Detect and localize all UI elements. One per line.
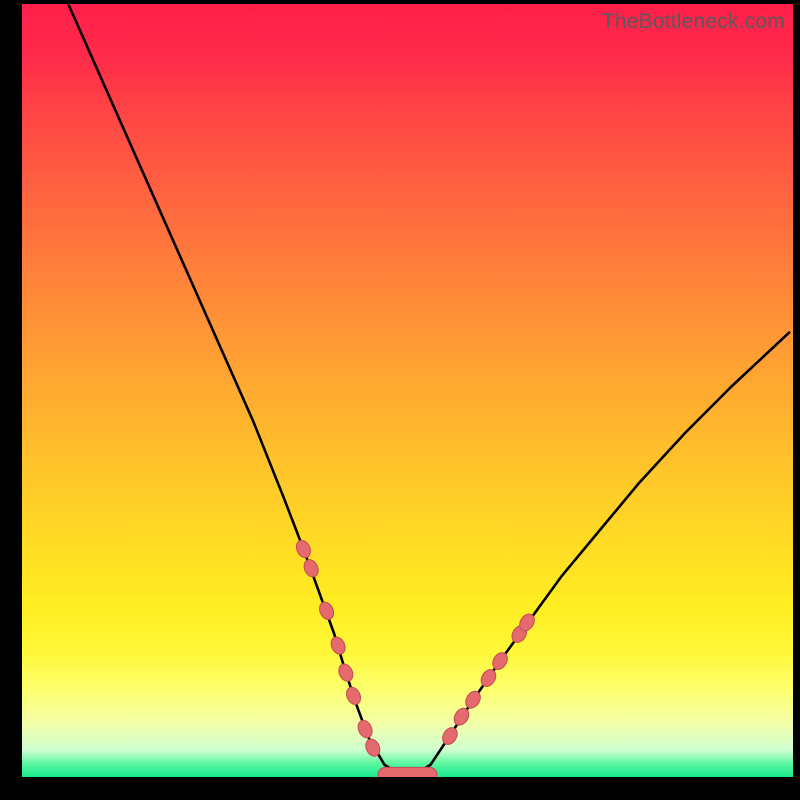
curve-marker — [328, 635, 347, 657]
curve-marker — [336, 662, 355, 684]
curve-marker — [355, 718, 374, 740]
chart-frame: TheBottleneck.com — [22, 4, 793, 777]
curve-path — [68, 4, 789, 775]
curve-marker — [317, 600, 336, 622]
curve-marker — [301, 557, 320, 579]
curve-marker — [478, 667, 499, 689]
curve-flat-segment — [378, 767, 437, 777]
curve-marker — [344, 685, 363, 707]
curve-marker — [440, 725, 461, 747]
attribution-label: TheBottleneck.com — [602, 10, 785, 34]
bottleneck-curve-svg — [22, 4, 793, 777]
curve-marker — [294, 538, 313, 560]
